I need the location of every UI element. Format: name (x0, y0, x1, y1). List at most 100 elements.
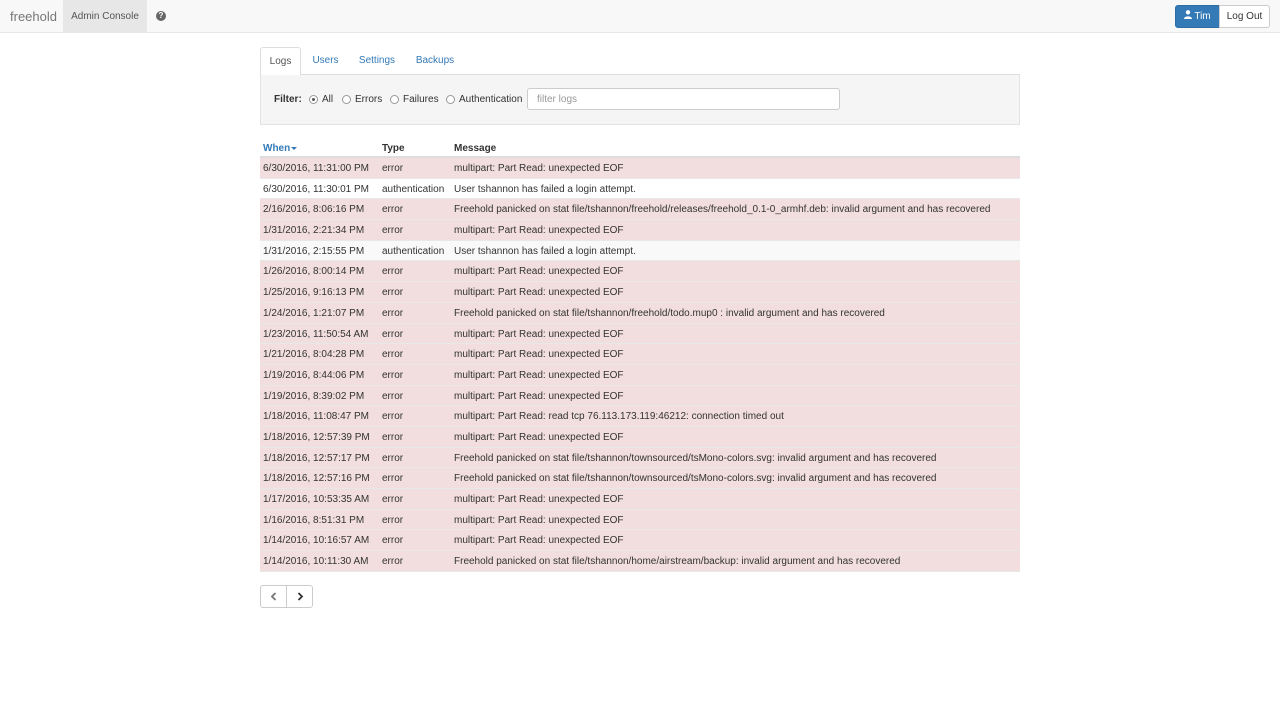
column-when-header[interactable]: When (263, 143, 298, 154)
cell-message: multipart: Part Read: read tcp 76.113.17… (454, 411, 784, 423)
table-row: 1/18/2016, 12:57:39 PM error multipart: Pa… (260, 426, 1020, 448)
cell-when: 6/30/2016, 11:30:01 PM (263, 183, 370, 195)
table-row: 2/16/2016, 8:06:16 PM error Freehold panic… (260, 199, 1020, 221)
user-button[interactable]: Tim (1175, 5, 1220, 28)
cell-type: error (382, 369, 404, 381)
tab-logs[interactable]: Logs (260, 47, 301, 76)
cell-message: Freehold panicked on stat file/tshannon/… (454, 473, 937, 485)
chevron-left-icon[interactable] (260, 585, 287, 608)
cell-message: Freehold panicked on stat file/tshannon/… (454, 307, 885, 319)
filter-radio-failures[interactable] (390, 95, 399, 104)
cell-type: error (382, 494, 404, 505)
table-row: 1/18/2016, 11:08:47 PM error multipart: Pa… (260, 406, 1020, 427)
table-row: 1/19/2016, 8:44:06 PM error multipart: Par… (260, 364, 1020, 386)
table-row: 1/26/2016, 8:00:14 PM error multipart: Par… (260, 261, 1020, 283)
table-row: 1/14/2016, 10:16:57 AM error multipart: Pa… (260, 530, 1020, 552)
admin-console-link[interactable]: Admin Console (63, 0, 147, 33)
table-row: 1/24/2016, 1:21:07 PM error Freehold panic… (260, 302, 1020, 324)
top-navbar: freehold Admin Console ? Tim Log Out (0, 0, 1280, 33)
table-row: 1/31/2016, 2:21:34 PM error multipart: Par… (260, 220, 1020, 241)
column-message-header: Message (454, 143, 497, 154)
tab-users[interactable]: Users (307, 47, 344, 75)
filter-label-failures[interactable]: Failures (403, 94, 439, 105)
question-circle-icon[interactable]: ? (156, 11, 166, 21)
table-row: 1/25/2016, 9:16:13 PM error multipart: Par… (260, 282, 1020, 303)
cell-type: authentication (382, 245, 445, 257)
table-row: 1/18/2016, 12:57:17 PM error Freehold pani… (260, 447, 1020, 469)
cell-when: 1/17/2016, 10:53:35 AM (263, 494, 370, 505)
filter-radio-authentication[interactable] (446, 95, 455, 104)
cell-message: multipart: Part Read: unexpected EOF (454, 390, 624, 402)
cell-when: 1/31/2016, 2:15:55 PM (263, 245, 365, 257)
cell-type: error (382, 535, 404, 547)
cell-type: error (382, 514, 404, 526)
tab-settings[interactable]: Settings (356, 47, 398, 75)
table-row: 1/23/2016, 11:50:54 AM error multipart: Pa… (260, 323, 1020, 345)
cell-type: authentication (382, 183, 445, 195)
chevron-right-icon[interactable] (286, 585, 313, 608)
column-type-header: Type (382, 143, 405, 154)
cell-message: multipart: Part Read: unexpected EOF (454, 225, 624, 237)
cell-type: error (382, 204, 404, 216)
cell-message: multipart: Part Read: unexpected EOF (454, 494, 624, 505)
cell-type: error (382, 266, 404, 278)
admin-tabs: Logs Users Settings Backups (260, 47, 1020, 76)
cell-when: 1/24/2016, 1:21:07 PM (263, 307, 365, 319)
table-row: 6/30/2016, 11:30:01 PM authentication User… (260, 178, 1020, 200)
cell-type: error (382, 328, 404, 340)
cell-type: error (382, 390, 404, 402)
table-row: 1/16/2016, 8:51:31 PM error multipart: Par… (260, 509, 1020, 531)
filter-logs-input[interactable] (527, 88, 840, 110)
cell-when: 1/19/2016, 8:39:02 PM (263, 390, 365, 402)
sort-caret-icon (291, 146, 298, 150)
logout-button[interactable]: Log Out (1219, 5, 1270, 28)
cell-when: 1/25/2016, 9:16:13 PM (263, 287, 365, 299)
cell-when: 1/21/2016, 8:04:28 PM (263, 349, 365, 361)
logs-table: When Type Message 6/30/2016, 11:31:00 PM… (260, 138, 1020, 572)
cell-message: multipart: Part Read: unexpected EOF (454, 349, 624, 361)
cell-type: error (382, 473, 404, 485)
cell-message: User tshannon has failed a login attempt… (454, 245, 636, 257)
cell-message: Freehold panicked on stat file/tshannon/… (454, 204, 991, 216)
cell-type: error (382, 452, 404, 464)
cell-type: error (382, 287, 404, 299)
cell-when: 6/30/2016, 11:31:00 PM (263, 163, 370, 174)
cell-when: 1/18/2016, 11:08:47 PM (263, 411, 370, 423)
cell-when: 1/18/2016, 12:57:17 PM (263, 452, 370, 464)
table-row: 6/30/2016, 11:31:00 PM error multipart: Pa… (260, 158, 1020, 179)
filter-panel: Filter: All Errors Failures Authenticati… (260, 75, 1020, 125)
cell-message: Freehold panicked on stat file/tshannon/… (454, 556, 901, 568)
table-row: 1/21/2016, 8:04:28 PM error multipart: Par… (260, 344, 1020, 365)
cell-when: 1/18/2016, 12:57:39 PM (263, 431, 370, 443)
cell-message: multipart: Part Read: unexpected EOF (454, 163, 624, 174)
filter-label-errors[interactable]: Errors (355, 94, 382, 105)
cell-when: 1/31/2016, 2:21:34 PM (263, 225, 365, 237)
cell-when: 1/23/2016, 11:50:54 AM (263, 328, 369, 340)
cell-when: 1/26/2016, 8:00:14 PM (263, 266, 365, 278)
filter-label-all[interactable]: All (322, 94, 333, 105)
filter-label-authentication[interactable]: Authentication (459, 94, 522, 105)
table-row: 1/14/2016, 10:11:30 AM error Freehold pani… (260, 551, 1020, 572)
cell-type: error (382, 556, 404, 568)
cell-when: 1/14/2016, 10:11:30 AM (263, 556, 369, 568)
cell-type: error (382, 163, 404, 174)
cell-type: error (382, 411, 404, 423)
user-icon (1184, 6, 1193, 27)
table-header: When Type Message (260, 138, 1020, 158)
table-body: 6/30/2016, 11:31:00 PM error multipart: Pa… (260, 158, 1020, 572)
cell-message: multipart: Part Read: unexpected EOF (454, 535, 624, 547)
user-button-label: Tim (1194, 11, 1211, 23)
cell-when: 1/18/2016, 12:57:16 PM (263, 473, 370, 485)
cell-when: 1/16/2016, 8:51:31 PM (263, 514, 365, 526)
filter-radio-errors[interactable] (342, 95, 351, 104)
cell-when: 2/16/2016, 8:06:16 PM (263, 204, 365, 216)
cell-when: 1/14/2016, 10:16:57 AM (263, 535, 370, 547)
brand-link[interactable]: freehold (10, 0, 57, 33)
cell-message: Freehold panicked on stat file/tshannon/… (454, 452, 937, 464)
filter-radio-all[interactable] (309, 95, 318, 104)
table-row: 1/19/2016, 8:39:02 PM error multipart: Par… (260, 385, 1020, 407)
cell-message: multipart: Part Read: unexpected EOF (454, 514, 624, 526)
table-row: 1/31/2016, 2:15:55 PM authentication User … (260, 240, 1020, 262)
cell-message: multipart: Part Read: unexpected EOF (454, 287, 624, 299)
tab-backups[interactable]: Backups (412, 47, 458, 75)
